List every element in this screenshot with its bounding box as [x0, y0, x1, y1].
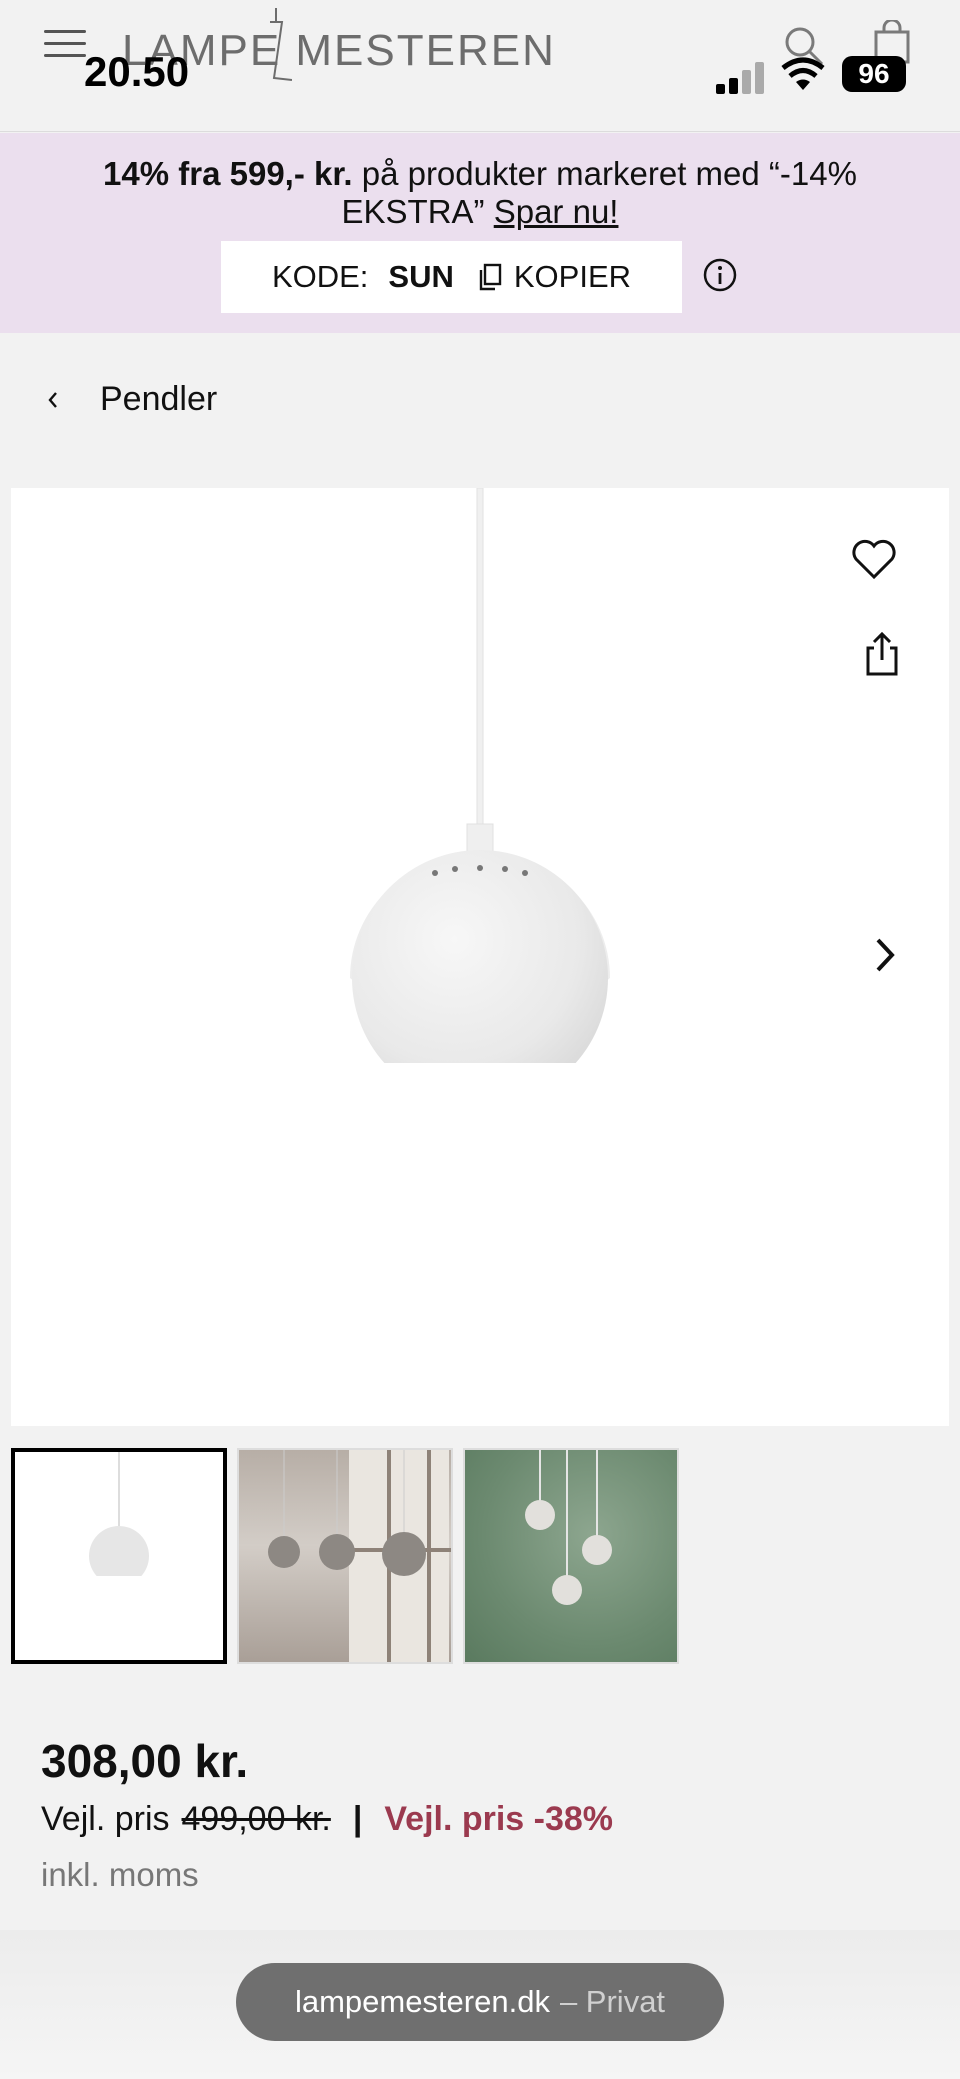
discount-code-box[interactable]: KODE: SUN KOPIER	[221, 241, 682, 313]
promo-banner: 14% fra 599,- kr. på produkter markeret …	[0, 133, 960, 333]
wishlist-heart-icon[interactable]	[851, 538, 897, 580]
thumbnail-lamp-image	[85, 1452, 155, 1590]
promo-message: 14% fra 599,- kr. på produkter markeret …	[30, 155, 930, 231]
battery-indicator: 96	[842, 56, 906, 92]
product-image	[340, 488, 620, 1088]
share-icon[interactable]	[862, 630, 902, 678]
price-details: Vejl. pris 499,00 kr. | Vejl. pris -38%	[41, 1800, 613, 1839]
thumbnail-strip	[11, 1448, 679, 1664]
thumbnail-1[interactable]	[11, 1448, 227, 1664]
rrp-value: 499,00 kr.	[181, 1800, 331, 1838]
product-price: 308,00 kr.	[41, 1735, 249, 1787]
copy-button[interactable]: KOPIER	[514, 259, 631, 295]
chevron-left-icon	[48, 391, 57, 408]
promo-link[interactable]: Spar nu!	[494, 193, 619, 230]
url-domain: lampemesteren.dk	[294, 1984, 550, 2019]
breadcrumb-label[interactable]: Pendler	[100, 380, 217, 419]
code-value: SUN	[388, 259, 454, 294]
chevron-right-icon[interactable]	[870, 934, 900, 976]
menu-icon[interactable]	[44, 30, 86, 62]
vat-note: inkl. moms	[41, 1856, 199, 1893]
wifi-icon	[781, 57, 825, 90]
address-bar[interactable]: lampemesteren.dk – Privat	[236, 1963, 724, 2041]
thumbnail-window-image	[268, 1450, 451, 1662]
code-label: KODE:	[271, 259, 369, 294]
discount-label: Vejl. pris -38%	[384, 1800, 614, 1838]
product-page: LAMPE MESTEREN 20.50 96 14% fra 599,- kr…	[0, 0, 960, 2079]
private-mode-label: – Privat	[559, 1984, 666, 2019]
copy-icon[interactable]	[478, 263, 502, 291]
info-icon[interactable]	[702, 257, 738, 293]
breadcrumb[interactable]: Pendler	[44, 380, 217, 419]
promo-highlight: 14% fra 599,- kr.	[103, 155, 353, 192]
cellular-signal-icon	[716, 60, 766, 94]
status-time: 20.50	[84, 48, 190, 95]
rrp-label: Vejl. pris	[41, 1800, 170, 1838]
price-separator: |	[352, 1800, 363, 1838]
logo-lamp-icon	[270, 8, 292, 81]
thumbnail-green-room-image	[525, 1450, 612, 1605]
thumbnail-3[interactable]	[463, 1448, 679, 1664]
thumbnail-2[interactable]	[237, 1448, 453, 1664]
site-header: LAMPE MESTEREN 20.50 96	[0, 0, 960, 132]
